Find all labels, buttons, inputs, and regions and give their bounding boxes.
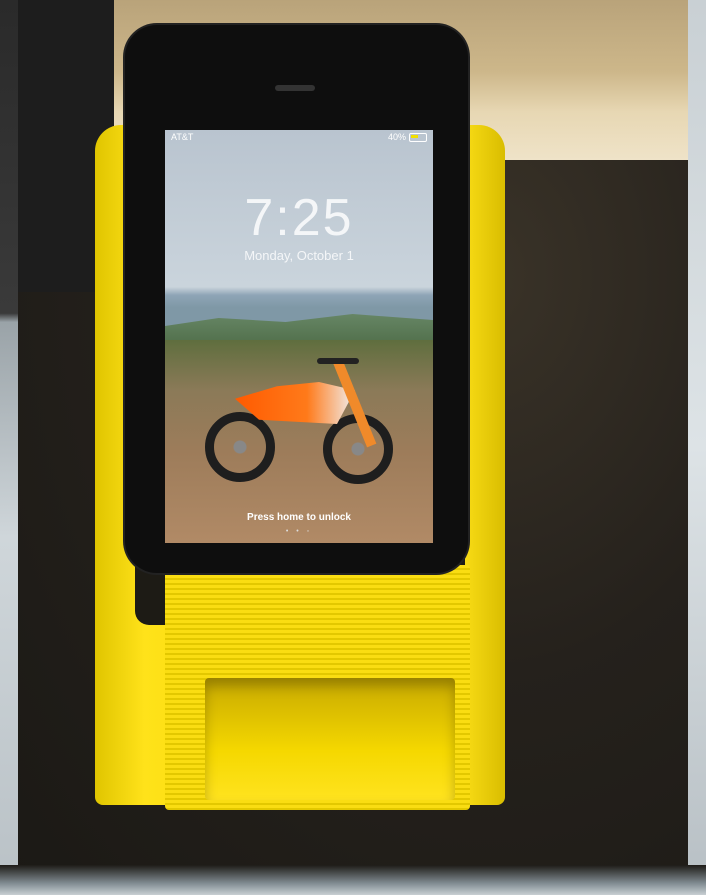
right-edge-strip — [688, 0, 706, 895]
battery-icon — [409, 132, 427, 142]
unlock-hint[interactable]: Press home to unlock — [165, 512, 433, 523]
lock-date: Monday, October 1 — [244, 248, 354, 263]
photo-frame: AT&T 40% 7:25 Monday, October 1 Press ho… — [0, 0, 706, 895]
lock-time: 7:25 — [244, 189, 354, 247]
page-indicator: • • ◦ — [285, 528, 313, 535]
wallpaper-motorcycle — [205, 352, 405, 497]
rear-wheel — [205, 412, 275, 482]
battery-percent: 40% — [387, 132, 406, 142]
battery-group: 40% — [388, 132, 427, 142]
left-edge-strip — [0, 0, 18, 895]
lock-screen: AT&T 40% 7:25 Monday, October 1 Press ho… — [165, 130, 433, 543]
bottom-edge-band — [0, 865, 706, 895]
carrier-label: AT&T — [171, 132, 194, 142]
smartphone: AT&T 40% 7:25 Monday, October 1 Press ho… — [125, 25, 468, 573]
phone-earpiece — [275, 85, 315, 91]
stand-speaker-cup — [205, 678, 455, 800]
motorcycle-handlebar — [317, 358, 359, 364]
photo-scene: AT&T 40% 7:25 Monday, October 1 Press ho… — [0, 0, 706, 895]
status-bar: AT&T 40% — [165, 130, 433, 144]
